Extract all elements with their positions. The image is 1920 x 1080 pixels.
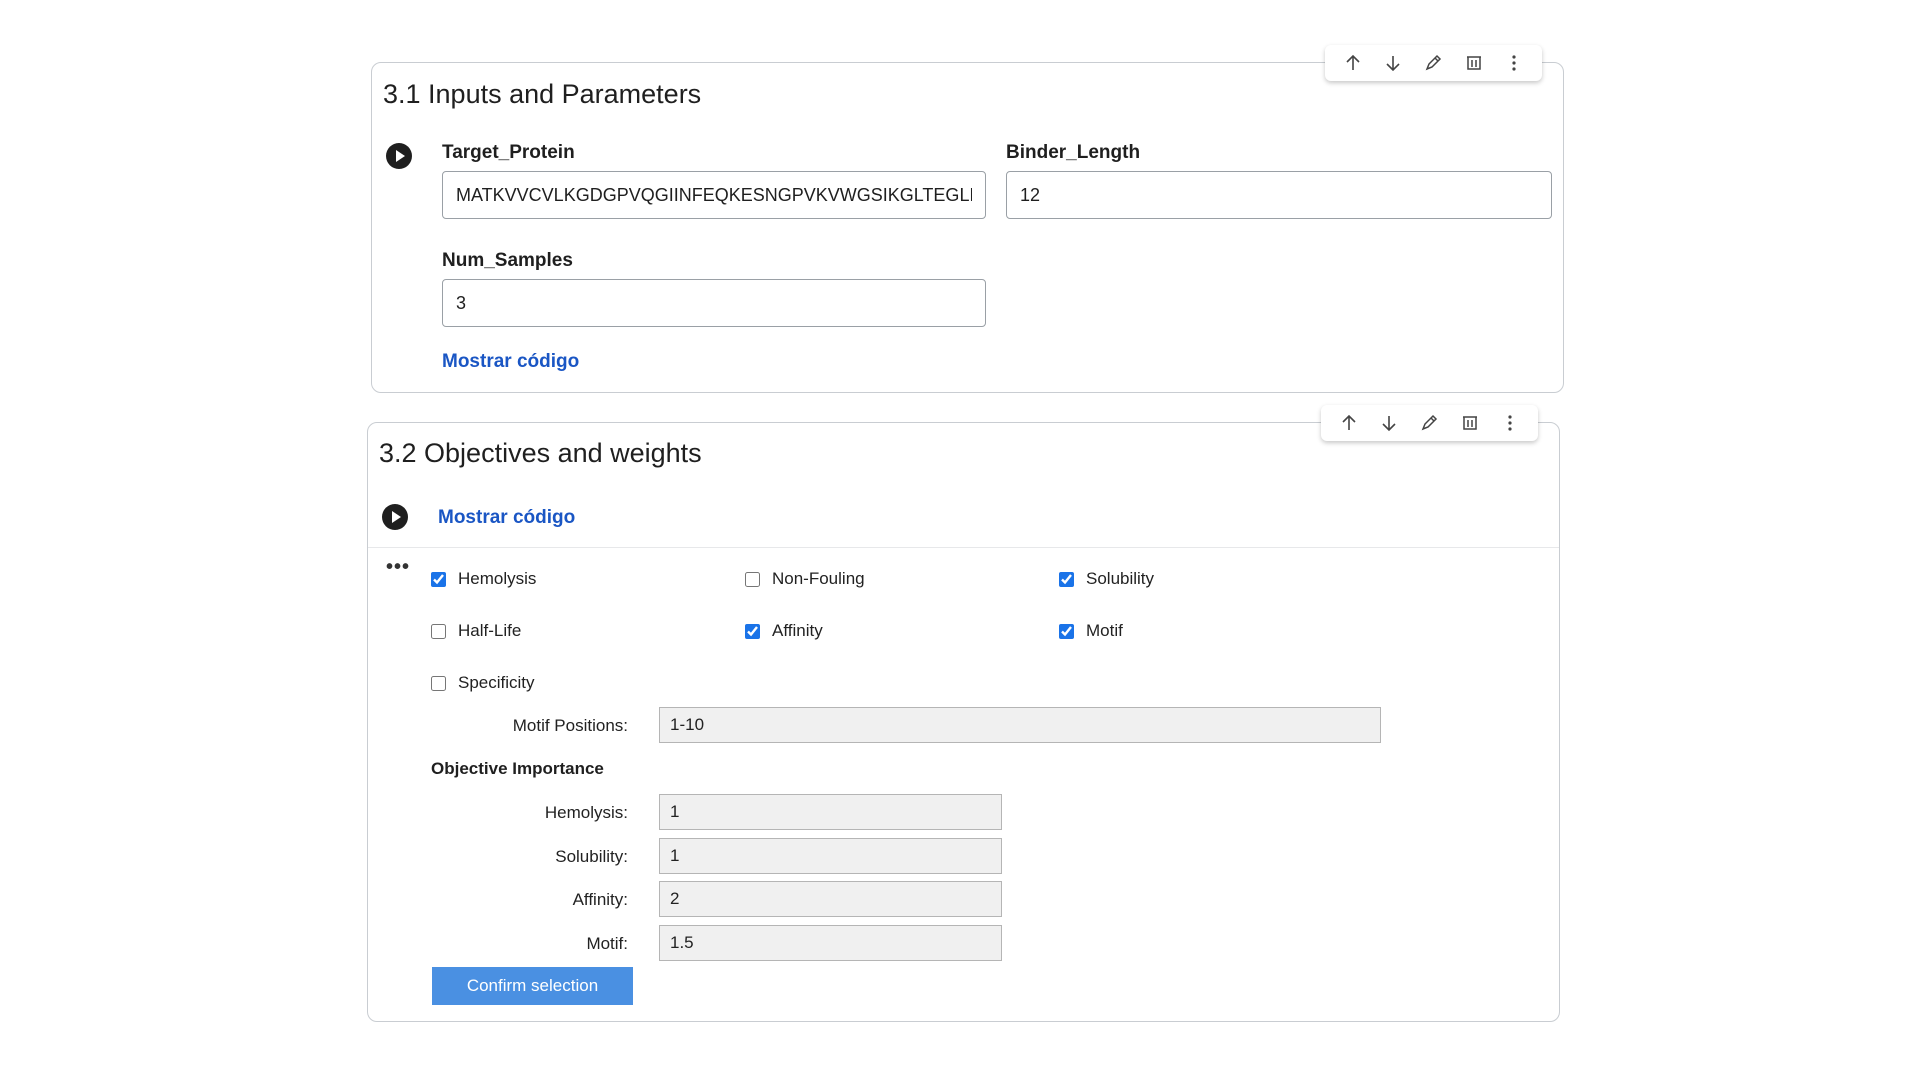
cell-toolbar (1325, 45, 1542, 81)
weight-affinity-label: Affinity: (572, 890, 628, 909)
weight-motif-input[interactable] (659, 925, 1002, 961)
cell-toolbar (1321, 405, 1538, 441)
form-cell-inputs: 3.1 Inputs and Parameters Target_Protein… (371, 45, 1564, 393)
objective-motif[interactable]: Motif (1059, 621, 1123, 641)
objective-half-life[interactable]: Half-Life (431, 621, 521, 641)
affinity-checkbox[interactable] (745, 623, 760, 639)
mirror-cell-icon[interactable] (1456, 409, 1484, 437)
target-protein-label: Target_Protein (442, 142, 575, 163)
half-life-checkbox[interactable] (431, 623, 446, 639)
output-menu-icon[interactable]: ••• (386, 556, 410, 579)
checkbox-label: Affinity (772, 621, 823, 640)
move-down-icon[interactable] (1375, 409, 1403, 437)
checkbox-label: Specificity (458, 673, 535, 692)
objective-hemolysis[interactable]: Hemolysis (431, 569, 536, 589)
weight-affinity-input[interactable] (659, 881, 1002, 917)
edit-icon[interactable] (1419, 49, 1447, 77)
move-down-icon[interactable] (1379, 49, 1407, 77)
confirm-selection-button[interactable]: Confirm selection (432, 967, 633, 1005)
show-code-link[interactable]: Mostrar código (438, 507, 575, 529)
num-samples-label: Num_Samples (442, 250, 573, 271)
form-cell-objectives: 3.2 Objectives and weights Mostrar códig… (367, 405, 1560, 1022)
binder-length-label: Binder_Length (1006, 142, 1141, 163)
objective-importance-heading: Objective Importance (431, 759, 604, 778)
move-up-icon[interactable] (1335, 409, 1363, 437)
checkbox-label: Solubility (1086, 569, 1155, 588)
non-fouling-checkbox[interactable] (745, 571, 760, 587)
cell-title: 3.2 Objectives and weights (379, 438, 702, 468)
checkbox-label: Hemolysis (458, 569, 537, 588)
checkbox-label: Non-Fouling (772, 569, 865, 588)
solubility-checkbox[interactable] (1059, 571, 1074, 587)
motif-checkbox[interactable] (1059, 623, 1074, 639)
binder-length-input[interactable] (1006, 171, 1552, 219)
output-divider (368, 547, 1559, 548)
objective-specificity[interactable]: Specificity (431, 673, 535, 693)
cell-title: 3.1 Inputs and Parameters (383, 79, 702, 109)
show-code-link[interactable]: Mostrar código (442, 351, 579, 373)
run-cell-button[interactable] (385, 142, 413, 170)
move-up-icon[interactable] (1339, 49, 1367, 77)
motif-positions-label: Motif Positions: (512, 716, 628, 735)
weight-hemolysis-input[interactable] (659, 794, 1002, 830)
objective-affinity[interactable]: Affinity (745, 621, 823, 641)
mirror-cell-icon[interactable] (1460, 49, 1488, 77)
edit-icon[interactable] (1415, 409, 1443, 437)
objective-solubility[interactable]: Solubility (1059, 569, 1154, 589)
more-options-icon[interactable] (1500, 49, 1528, 77)
more-options-icon[interactable] (1496, 409, 1524, 437)
weight-motif-label: Motif: (586, 934, 628, 953)
checkbox-label: Motif (1086, 621, 1123, 640)
checkbox-label: Half-Life (458, 621, 522, 640)
weight-solubility-label: Solubility: (555, 847, 628, 866)
target-protein-input[interactable] (442, 171, 986, 219)
objective-non-fouling[interactable]: Non-Fouling (745, 569, 865, 589)
hemolysis-checkbox[interactable] (431, 571, 446, 587)
specificity-checkbox[interactable] (431, 675, 446, 691)
motif-positions-input[interactable] (659, 707, 1381, 743)
num-samples-input[interactable] (442, 279, 986, 327)
weight-hemolysis-label: Hemolysis: (544, 803, 628, 822)
weight-solubility-input[interactable] (659, 838, 1002, 874)
run-cell-button[interactable] (381, 503, 409, 531)
